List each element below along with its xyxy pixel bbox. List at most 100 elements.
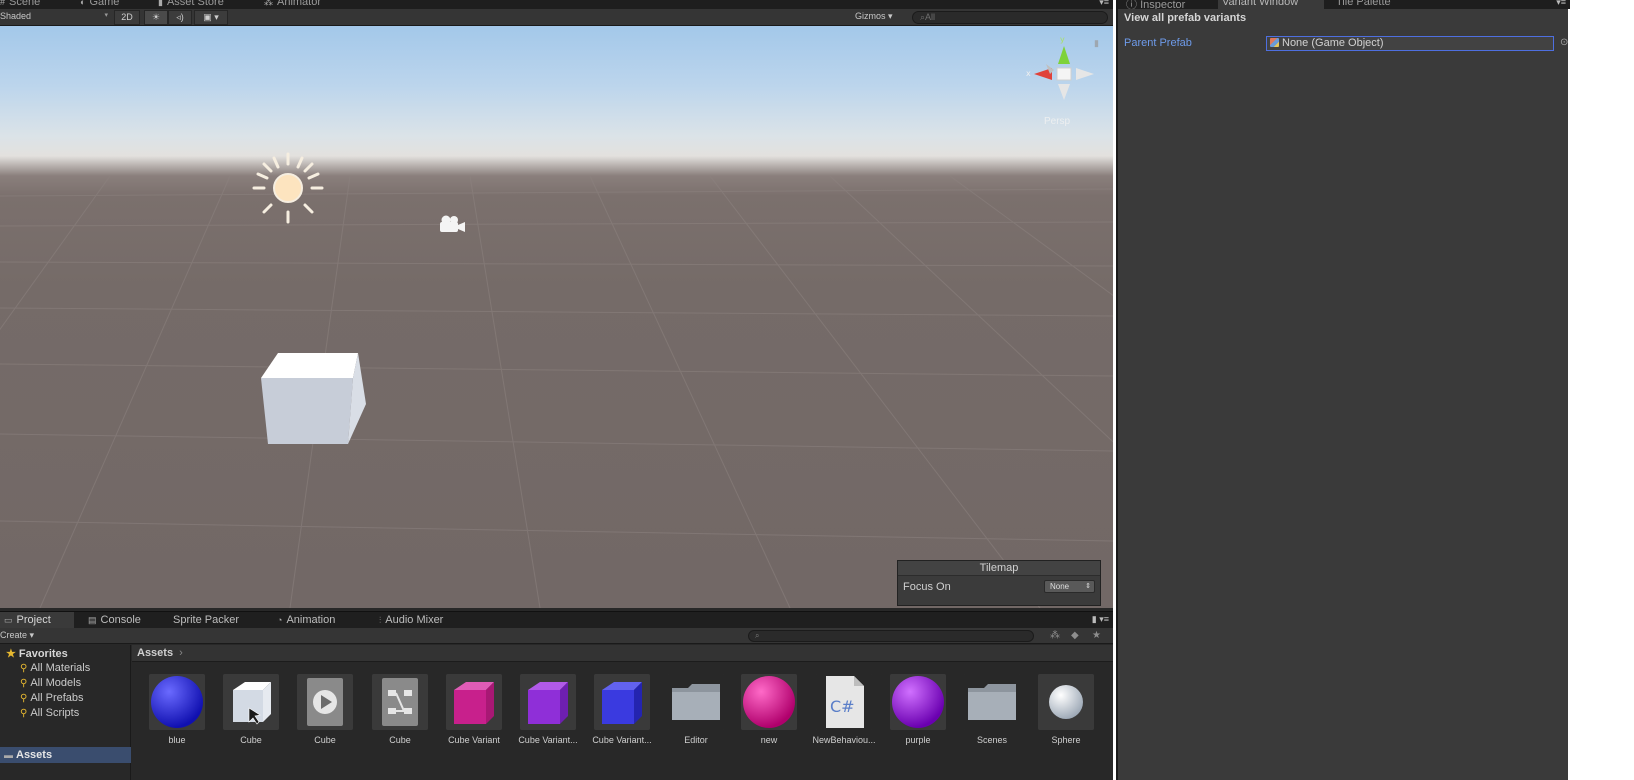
tab-animation[interactable]: ◔ Animation [273, 612, 335, 629]
scene-audio-toggle[interactable]: ◃) [168, 10, 192, 25]
star-icon: ★ [6, 648, 16, 660]
tilemap-overlay: Tilemap Focus On None ⇕ [897, 560, 1101, 606]
favorites-header[interactable]: ★ Favorites [6, 647, 68, 660]
asset-label: Cube [389, 735, 411, 745]
project-search-input[interactable]: ⌕ [748, 630, 1034, 642]
lock-icon[interactable]: ▮ [1094, 38, 1099, 49]
scene-viewport[interactable]: y x Persp ▮ Tilemap Focus On None ⇕ [0, 26, 1113, 608]
tab-menu-icon[interactable]: ▾≡ [1556, 0, 1566, 8]
tab-project[interactable]: ▭ Project [0, 612, 74, 629]
scene-search-input[interactable]: ⌕All [912, 11, 1108, 24]
scene-tab-bar: # Scene ◐ Game ▮ Asset Store ⁂ Animator ▾≡ [0, 0, 1113, 9]
tab-scene[interactable]: # Scene [0, 0, 40, 9]
chevron-down-icon: ▾ [888, 11, 893, 21]
console-icon: ▤ [88, 615, 97, 625]
game-icon: ◐ [80, 0, 86, 7]
create-dropdown[interactable]: Create ▾ [0, 630, 34, 641]
sun-icon: ☀ [151, 12, 161, 22]
asset-item[interactable]: Cube Variant... [518, 674, 578, 780]
orientation-gizmo[interactable]: y x [1024, 34, 1100, 114]
search-icon: ⚲ [20, 708, 28, 719]
save-search-star-icon[interactable]: ★ [1092, 630, 1101, 641]
animator-controller-icon [372, 674, 428, 730]
search-icon: ⚲ [20, 663, 28, 674]
parent-prefab-field[interactable]: None (Game Object) [1266, 36, 1554, 51]
shading-mode-dropdown[interactable]: Shaded ▾ [0, 11, 112, 24]
asset-label: Scenes [976, 735, 1008, 745]
asset-item[interactable]: Cube Variant... [592, 674, 652, 780]
search-by-type-icon[interactable]: ⁂ [1050, 630, 1060, 641]
toggle-2d-button[interactable]: 2D [114, 10, 140, 25]
folder-tree: ★ Favorites ⚲ All Materials ⚲ All Models ⚲ A… [0, 645, 131, 780]
tab-tile-palette[interactable]: Tile Palette [1332, 0, 1391, 9]
store-icon: ▮ [158, 0, 163, 7]
scene-grid [0, 175, 1113, 608]
asset-item[interactable]: Editor [666, 674, 726, 780]
folder-icon: ▬ [4, 750, 13, 760]
tab-sprite-packer[interactable]: Sprite Packer [169, 612, 239, 629]
folder-icon [964, 674, 1020, 730]
asset-item[interactable]: Cube [370, 674, 430, 780]
object-picker-icon[interactable]: ⊙ [1560, 37, 1568, 48]
tab-console[interactable]: ▤ Console [84, 612, 141, 629]
search-icon: ⚲ [20, 693, 28, 704]
svg-text:y: y [1060, 35, 1065, 44]
tilemap-title: Tilemap [898, 561, 1100, 576]
tab-asset-store[interactable]: ▮ Asset Store [158, 0, 224, 9]
scene-icon: # [0, 0, 6, 7]
asset-item[interactable]: purple [888, 674, 948, 780]
svg-text:x: x [1026, 69, 1031, 78]
material-sphere-icon [149, 674, 205, 730]
inspector-panel: ⓘ Inspector Variant Window Tile Palette … [1116, 0, 1570, 780]
cube-object[interactable] [258, 348, 368, 448]
chevron-updown-icon: ⇕ [1085, 583, 1091, 590]
tab-audio-mixer[interactable]: ⫶ Audio Mixer [375, 612, 443, 629]
assets-root-folder[interactable]: ▬ Assets [0, 747, 131, 763]
scene-lighting-toggle[interactable]: ☀ [144, 10, 168, 25]
prefab-variant-cube-icon [446, 674, 502, 730]
breadcrumb[interactable]: Assets › [132, 645, 1113, 662]
project-toolbar: Create ▾ ⌕ ⁂ ◆ ★ [0, 628, 1113, 644]
svg-text:C#: C# [830, 697, 855, 716]
favorite-all-models[interactable]: ⚲ All Models [20, 677, 81, 689]
tab-game[interactable]: ◐ Game [80, 0, 119, 9]
mesh-sphere-icon [1038, 674, 1094, 730]
assets-grid: Assets › blue Cube Cube Cube Cube Variant [132, 645, 1113, 780]
asset-item[interactable]: Scenes [962, 674, 1022, 780]
asset-item[interactable]: Sphere [1036, 674, 1096, 780]
scene-effects-dropdown[interactable]: ▣ ▾ [194, 10, 228, 25]
search-by-label-icon[interactable]: ◆ [1071, 630, 1079, 641]
chevron-down-icon: ▾ [104, 12, 108, 19]
tab-menu-icon[interactable]: ▾≡ [1099, 0, 1109, 8]
tab-menu-icon[interactable]: ▮ ▾≡ [1092, 614, 1109, 625]
favorite-all-materials[interactable]: ⚲ All Materials [20, 662, 90, 674]
image-icon: ▣ ▾ [203, 12, 219, 22]
asset-item[interactable]: Cube [295, 674, 355, 780]
asset-item[interactable]: new [739, 674, 799, 780]
chevron-right-icon: › [179, 647, 183, 659]
asset-label: purple [905, 735, 931, 745]
directional-light-icon[interactable] [252, 152, 324, 224]
asset-label: NewBehaviou... [812, 735, 876, 745]
projection-label[interactable]: Persp [1044, 116, 1070, 127]
asset-label: Cube [314, 735, 336, 745]
gizmos-dropdown[interactable]: Gizmos ▾ [855, 11, 905, 24]
asset-item[interactable]: Cube [221, 674, 281, 780]
focus-on-label: Focus On [903, 581, 951, 593]
tab-variant-window[interactable]: Variant Window [1218, 0, 1324, 9]
animation-clip-icon [297, 674, 353, 730]
favorite-all-prefabs[interactable]: ⚲ All Prefabs [20, 692, 84, 704]
gameobject-icon [1270, 38, 1279, 47]
tab-animator[interactable]: ⁂ Animator [264, 0, 321, 9]
speaker-icon: ◃) [176, 12, 184, 22]
tab-inspector[interactable]: ⓘ Inspector [1122, 0, 1185, 9]
project-panel: ▭ Project ▤ Console Sprite Packer ◔ Animati… [0, 611, 1113, 780]
asset-item[interactable]: C# NewBehaviou... [812, 674, 876, 780]
camera-gizmo-icon[interactable] [437, 214, 467, 234]
folder-icon [668, 674, 724, 730]
focus-on-select[interactable]: None ⇕ [1044, 580, 1095, 593]
asset-item[interactable]: Cube Variant [444, 674, 504, 780]
asset-item[interactable]: blue [147, 674, 207, 780]
scene-toolbar: Shaded ▾ 2D ☀ ◃) ▣ ▾ Gizmos ▾ ⌕All [0, 9, 1113, 26]
favorite-all-scripts[interactable]: ⚲ All Scripts [20, 707, 79, 719]
